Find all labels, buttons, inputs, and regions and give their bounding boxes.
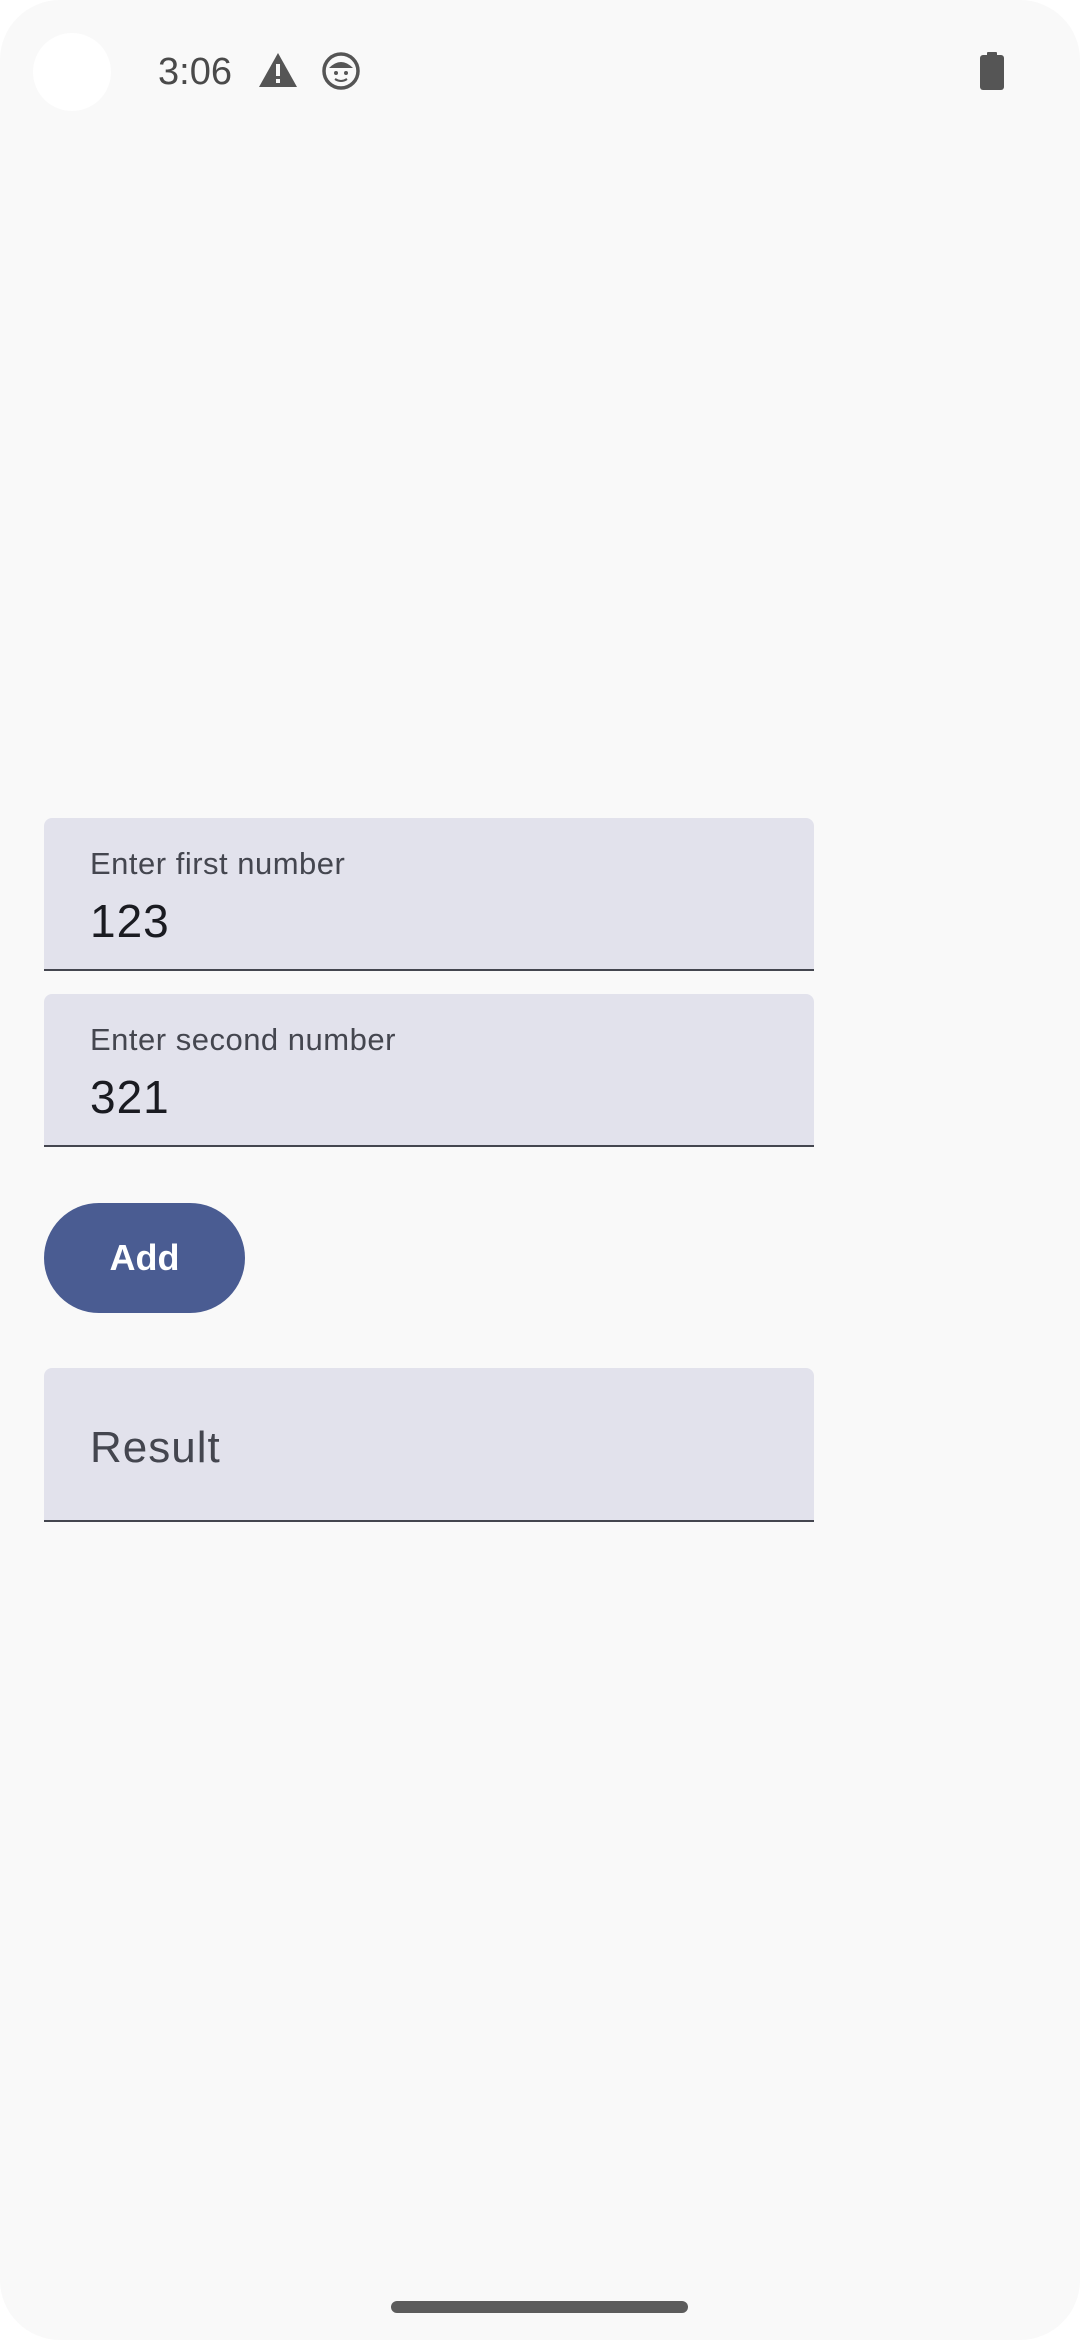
add-button[interactable]: Add	[44, 1203, 245, 1313]
camera-cutout	[33, 33, 111, 111]
second-number-value[interactable]: 321	[90, 1070, 170, 1124]
gesture-nav-handle[interactable]	[391, 2301, 688, 2313]
battery-icon	[980, 52, 1004, 90]
status-bar: 3:06	[0, 0, 1080, 144]
warning-icon	[259, 53, 297, 87]
first-number-field[interactable]: Enter first number 123	[44, 818, 814, 971]
app-screen: 3:06 Enter first number 123 Enter second…	[0, 0, 1080, 2340]
second-number-field[interactable]: Enter second number 321	[44, 994, 814, 1147]
face-icon	[322, 52, 360, 90]
first-number-value[interactable]: 123	[90, 894, 170, 948]
second-number-label: Enter second number	[90, 1022, 396, 1057]
first-number-label: Enter first number	[90, 846, 346, 881]
status-time: 3:06	[158, 51, 232, 93]
result-placeholder: Result	[90, 1423, 221, 1472]
result-field[interactable]: Result	[44, 1368, 814, 1522]
